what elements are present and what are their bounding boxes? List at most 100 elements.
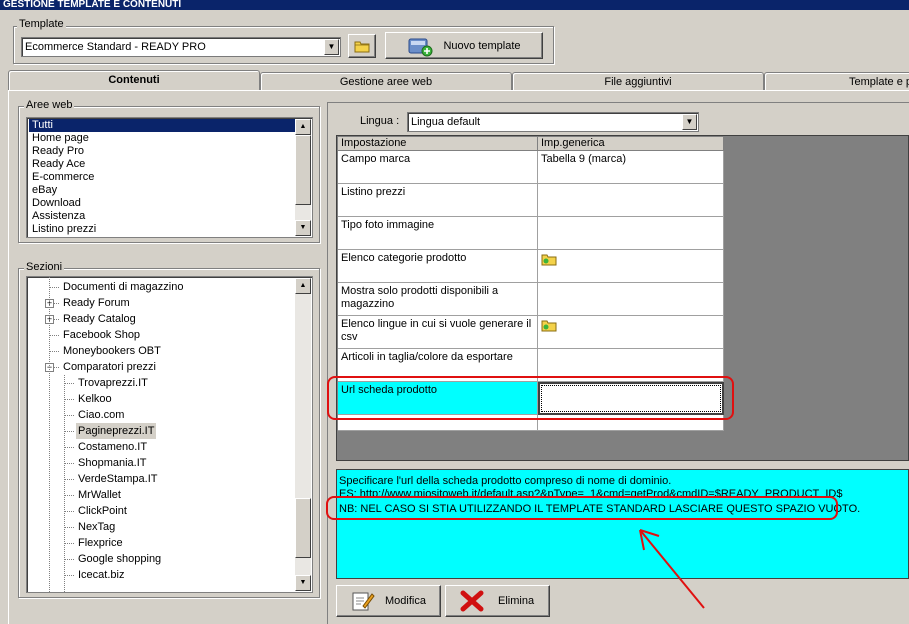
tree-connector bbox=[64, 431, 74, 432]
tree-item[interactable]: Facebook Shop bbox=[61, 327, 142, 343]
annotation-note-outline bbox=[326, 496, 838, 520]
grid-setting-cell[interactable]: Campo marca bbox=[338, 151, 538, 184]
elimina-label: Elimina bbox=[498, 595, 535, 607]
grid-value-cell[interactable]: Tabella 9 (marca) bbox=[538, 151, 724, 184]
scroll-down-icon[interactable]: ▼ bbox=[295, 220, 311, 236]
sezioni-scrollbar[interactable]: ▲ ▼ bbox=[295, 278, 311, 591]
new-template-button[interactable]: Nuovo template bbox=[385, 32, 543, 59]
new-template-label: Nuovo template bbox=[443, 39, 521, 52]
lingua-select[interactable]: Lingua default ▼ bbox=[407, 112, 699, 132]
aree-web-item[interactable]: Home page bbox=[29, 132, 295, 145]
tree-item[interactable]: Comparatori prezzi bbox=[61, 359, 158, 375]
grid-value-cell[interactable] bbox=[538, 283, 724, 316]
tab-template-e-p[interactable]: Template e p bbox=[764, 72, 909, 91]
tree-connector bbox=[64, 447, 74, 448]
tab-gestione-aree-web-label: Gestione aree web bbox=[339, 76, 433, 88]
folder-icon bbox=[354, 41, 370, 53]
modifica-button[interactable]: Modifica bbox=[336, 585, 441, 617]
tree-item[interactable]: Pagineprezzi.IT bbox=[76, 423, 157, 439]
grid-setting-cell[interactable]: Tipo foto immagine bbox=[338, 217, 538, 250]
grid-setting-cell[interactable]: Elenco categorie prodotto bbox=[338, 250, 538, 283]
grid-header-impostazione[interactable]: Impostazione bbox=[338, 137, 538, 151]
scroll-up-icon[interactable]: ▲ bbox=[295, 119, 311, 135]
tree-item[interactable]: Documenti di magazzino bbox=[61, 279, 185, 295]
tab-contenuti-label: Contenuti bbox=[108, 74, 160, 86]
aree-web-item[interactable]: Download bbox=[29, 197, 295, 210]
aree-web-item[interactable]: Ready Ace bbox=[29, 158, 295, 171]
aree-web-label: Aree web bbox=[24, 99, 75, 111]
scroll-thumb[interactable] bbox=[295, 135, 311, 205]
tree-connector bbox=[49, 351, 59, 352]
modifica-label: Modifica bbox=[385, 595, 426, 607]
tree-item[interactable]: ClickPoint bbox=[76, 503, 129, 519]
tree-connector bbox=[64, 559, 74, 560]
delete-x-icon bbox=[460, 590, 484, 612]
chevron-down-icon[interactable]: ▼ bbox=[682, 114, 697, 130]
tree-item[interactable]: NexTag bbox=[76, 519, 117, 535]
tree-vertical-line bbox=[49, 277, 50, 592]
grid-setting-cell[interactable]: Listino prezzi bbox=[338, 184, 538, 217]
scroll-up-icon[interactable]: ▲ bbox=[295, 278, 311, 294]
grid-value-cell[interactable] bbox=[538, 217, 724, 250]
tree-item[interactable]: Ready Forum bbox=[61, 295, 132, 311]
description-box: Specificare l'url della scheda prodotto … bbox=[336, 469, 909, 579]
folder-icon[interactable] bbox=[541, 318, 557, 332]
description-line-1: Specificare l'url della scheda prodotto … bbox=[339, 475, 672, 487]
tree-item[interactable]: Kelkoo bbox=[76, 391, 114, 407]
tree-connector bbox=[64, 543, 74, 544]
tree-connector bbox=[64, 479, 74, 480]
window-title: GESTIONE TEMPLATE E CONTENUTI bbox=[0, 0, 909, 10]
scroll-down-icon[interactable]: ▼ bbox=[295, 575, 311, 591]
elimina-button[interactable]: Elimina bbox=[445, 585, 550, 617]
tab-gestione-aree-web[interactable]: Gestione aree web bbox=[260, 72, 512, 91]
template-group-label: Template bbox=[17, 18, 66, 30]
aree-web-item[interactable]: eBay bbox=[29, 184, 295, 197]
aree-web-scrollbar[interactable]: ▲ ▼ bbox=[295, 119, 311, 236]
tree-item[interactable]: Icecat.biz bbox=[76, 567, 126, 583]
tree-vertical-line bbox=[64, 375, 65, 592]
tree-item[interactable]: Ciao.com bbox=[76, 407, 126, 423]
tab-file-aggiuntivi[interactable]: File aggiuntivi bbox=[512, 72, 764, 91]
tree-connector bbox=[64, 495, 74, 496]
tree-connector bbox=[49, 287, 59, 288]
edit-icon bbox=[352, 592, 375, 611]
tree-item[interactable]: Flexprice bbox=[76, 535, 125, 551]
open-folder-button[interactable] bbox=[348, 34, 376, 58]
tree-connector bbox=[49, 335, 59, 336]
tab-contenuti[interactable]: Contenuti bbox=[8, 70, 260, 91]
grid-value-cell[interactable] bbox=[538, 250, 724, 283]
aree-web-list[interactable]: Tutti Home page Ready Pro Ready Ace E-commer… bbox=[26, 117, 313, 238]
aree-web-item[interactable]: Listino prezzi bbox=[29, 223, 295, 236]
annotation-url-row-outline bbox=[327, 376, 734, 420]
template-select-value: Ecommerce Standard - READY PRO bbox=[25, 41, 206, 53]
sezioni-tree[interactable]: Documenti di magazzino Ready Forum + Ready … bbox=[26, 276, 313, 593]
tree-item[interactable]: MrWallet bbox=[76, 487, 123, 503]
lingua-select-value: Lingua default bbox=[411, 116, 481, 128]
tree-item[interactable]: Costameno.IT bbox=[76, 439, 149, 455]
aree-web-item[interactable]: Assistenza bbox=[29, 210, 295, 223]
aree-web-item[interactable]: E-commerce bbox=[29, 171, 295, 184]
scroll-thumb[interactable] bbox=[295, 498, 311, 558]
folder-icon[interactable] bbox=[541, 252, 557, 266]
aree-web-item[interactable]: Ready Pro bbox=[29, 145, 295, 158]
grid-setting-cell[interactable]: Elenco lingue in cui si vuole generare i… bbox=[338, 316, 538, 349]
aree-web-item[interactable]: Tutti bbox=[29, 119, 295, 132]
tree-connector bbox=[64, 463, 74, 464]
tree-item[interactable]: Ready Catalog bbox=[61, 311, 138, 327]
template-select[interactable]: Ecommerce Standard - READY PRO ▼ bbox=[21, 37, 341, 57]
grid-value-cell[interactable] bbox=[538, 316, 724, 349]
tree-item[interactable]: Shopmania.IT bbox=[76, 455, 148, 471]
tree-connector bbox=[64, 399, 74, 400]
grid-value-cell[interactable] bbox=[538, 184, 724, 217]
tree-connector bbox=[64, 527, 74, 528]
new-template-icon bbox=[408, 38, 433, 56]
tree-item[interactable]: Moneybookers OBT bbox=[61, 343, 163, 359]
grid-setting-cell[interactable]: Mostra solo prodotti disponibili a magaz… bbox=[338, 283, 538, 316]
tree-item[interactable]: Trovaprezzi.IT bbox=[76, 375, 150, 391]
tree-connector bbox=[64, 383, 74, 384]
grid-header-imp-generica[interactable]: Imp.generica bbox=[538, 137, 724, 151]
tree-item[interactable]: Google shopping bbox=[76, 551, 163, 567]
tree-connector bbox=[64, 575, 74, 576]
chevron-down-icon[interactable]: ▼ bbox=[324, 39, 339, 55]
tree-item[interactable]: VerdeStampa.IT bbox=[76, 471, 160, 487]
